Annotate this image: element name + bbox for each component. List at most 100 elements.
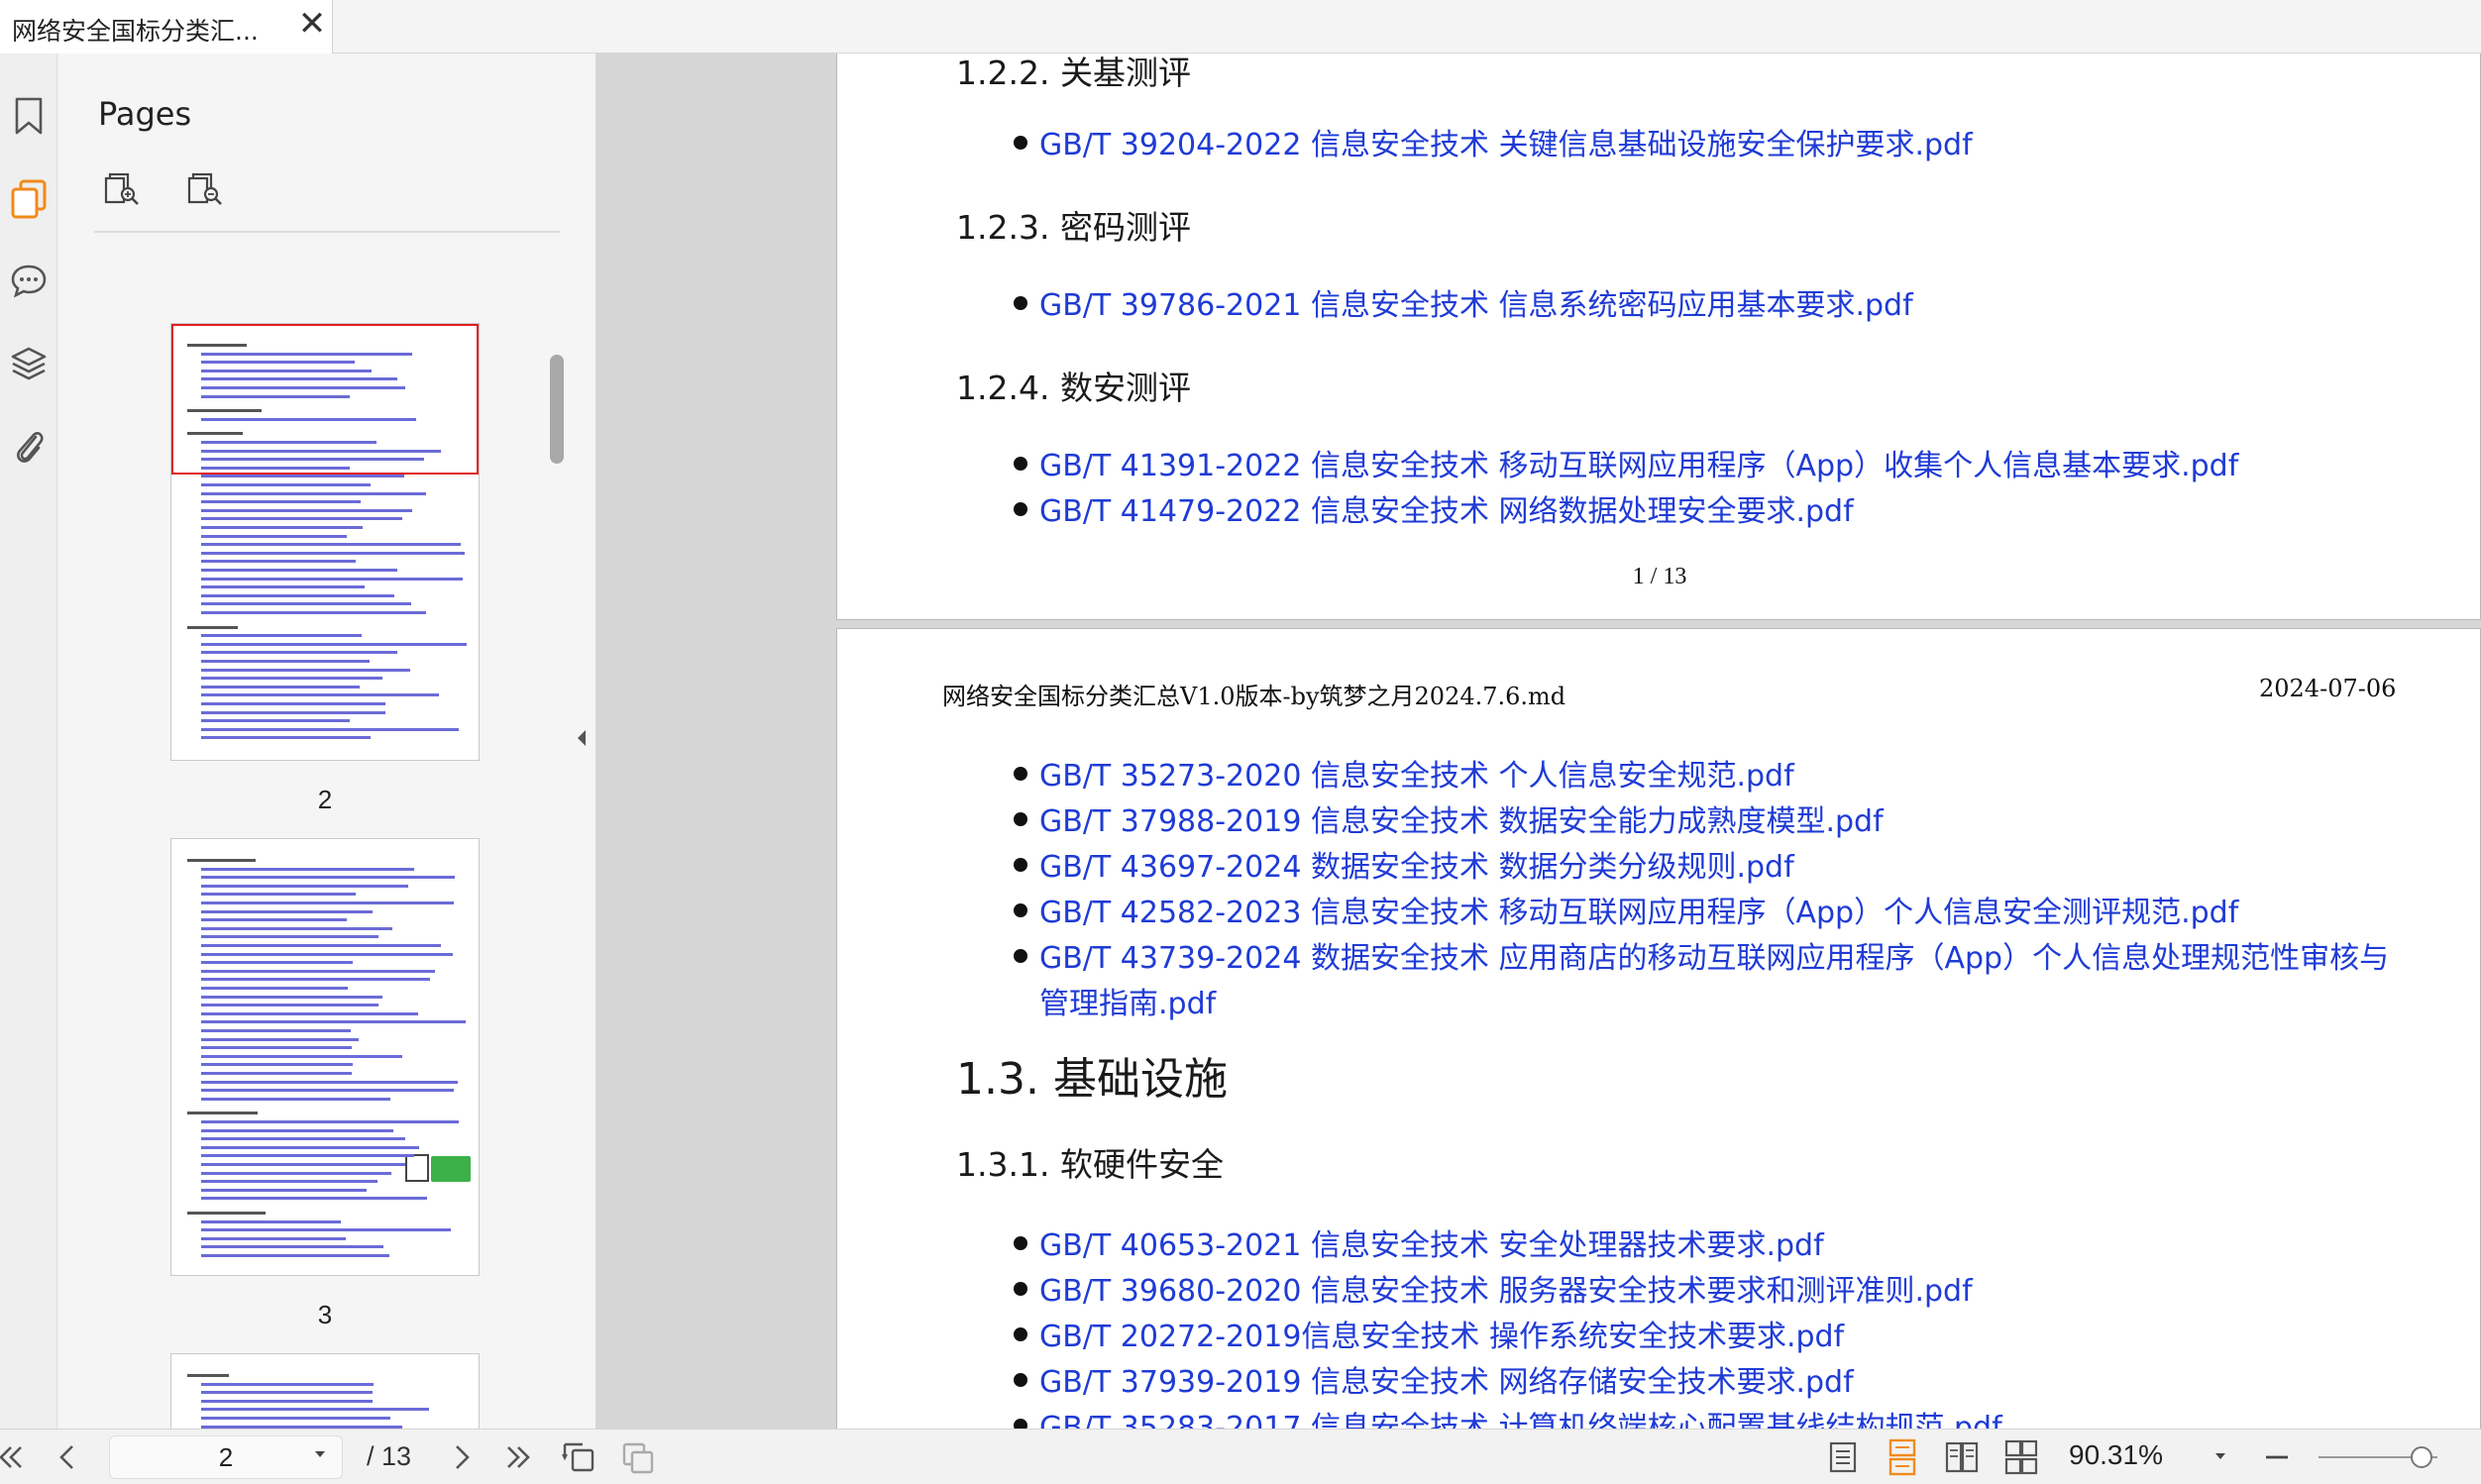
thumbnail-text-line xyxy=(201,1029,352,1032)
thumbnail-text-line xyxy=(187,409,263,413)
thumbnail-text-line xyxy=(201,1245,383,1249)
page-thumbnail[interactable] xyxy=(170,323,480,761)
thumbnail-text-line xyxy=(201,677,382,681)
thumbnail-text-line xyxy=(201,475,404,478)
document-link[interactable]: GB/T 42582-2023 信息安全技术 移动互联网应用程序（App）个人信… xyxy=(1039,888,2238,931)
thumbnail-text-line xyxy=(187,1212,266,1215)
thumbnail-text-line xyxy=(201,1145,420,1149)
two-page-continuous-view-icon[interactable] xyxy=(2001,1437,2041,1477)
document-viewport[interactable]: 1.2.2. 关基测评 GB/T 39204-2022 信息安全技术 关键信息基… xyxy=(595,53,2481,1429)
thumbnail-text-line xyxy=(201,1228,452,1232)
bookmark-icon[interactable] xyxy=(6,93,52,139)
thumbnail-text-line xyxy=(201,727,460,731)
thumbnail-text-line xyxy=(201,369,372,372)
pages-icon[interactable] xyxy=(6,176,52,222)
document-link[interactable]: GB/T 39680-2020 信息安全技术 服务器安全技术要求和测评准则.pd… xyxy=(1039,1266,1973,1310)
thumbnail-text-line xyxy=(201,483,371,486)
page-number-input[interactable]: 2 xyxy=(109,1435,343,1479)
thumbnail-text-line xyxy=(201,876,455,880)
thumbnail-text-line xyxy=(201,1219,341,1223)
thumbnail-text-line xyxy=(201,685,360,689)
thumbnail-text-line xyxy=(201,585,365,589)
document-tab[interactable]: 网络安全国标分类汇... ✕ xyxy=(0,0,333,53)
thumbnail-text-line xyxy=(201,693,440,697)
list-bullet xyxy=(1014,812,1027,826)
qr-code-thumbnail xyxy=(405,1154,429,1182)
page-dropdown-icon[interactable] xyxy=(313,1447,327,1461)
thumbnail-text-line xyxy=(201,1020,466,1024)
single-page-view-icon[interactable] xyxy=(1823,1437,1863,1477)
collapse-panel-icon[interactable] xyxy=(573,721,591,755)
bottom-toolbar: 2 / 13 90.31% xyxy=(0,1429,2481,1484)
thumbnail-list: 2 3 xyxy=(58,252,544,1429)
page-number: 1 / 13 xyxy=(1632,564,1687,589)
document-link-continued[interactable]: 管理指南.pdf xyxy=(1039,979,1216,1022)
list-bullet xyxy=(1014,903,1027,917)
close-tab-icon[interactable]: ✕ xyxy=(295,6,329,42)
thumbnail-text-line xyxy=(201,642,468,646)
sidebar-rail xyxy=(0,53,57,1429)
document-link[interactable]: GB/T 40653-2021 信息安全技术 安全处理器技术要求.pdf xyxy=(1039,1220,1824,1264)
document-link[interactable]: GB/T 37988-2019 信息安全技术 数据安全能力成熟度模型.pdf xyxy=(1039,796,1884,840)
zoom-in-page-icon[interactable] xyxy=(104,170,144,210)
thumbnail-text-line xyxy=(201,969,436,973)
document-link[interactable]: GB/T 20272-2019信息安全技术 操作系统安全技术要求.pdf xyxy=(1039,1312,1844,1355)
thumbnail-text-line xyxy=(201,1171,391,1175)
first-page-icon[interactable] xyxy=(0,1437,30,1477)
thumbnail-text-line xyxy=(201,961,354,965)
thumbnail-text-line xyxy=(201,1011,418,1015)
comments-icon[interactable] xyxy=(6,258,52,303)
tab-title: 网络安全国标分类汇... xyxy=(12,17,259,46)
list-bullet xyxy=(1014,1419,1027,1429)
attachment-icon[interactable] xyxy=(6,424,52,470)
thumbnail-scrollbar[interactable] xyxy=(550,355,564,464)
page-thumbnail[interactable] xyxy=(170,1353,480,1429)
next-view-icon[interactable] xyxy=(618,1437,658,1477)
document-link[interactable]: GB/T 43697-2024 数据安全技术 数据分类分级规则.pdf xyxy=(1039,842,1794,886)
thumbnail-text-line xyxy=(201,1089,455,1093)
list-bullet xyxy=(1014,296,1027,310)
thumbnail-text-line xyxy=(201,1072,352,1075)
zoom-level[interactable]: 90.31% xyxy=(2069,1439,2217,1471)
page-thumbnail[interactable] xyxy=(170,838,480,1276)
layers-icon[interactable] xyxy=(6,341,52,386)
thumbnail-text-line xyxy=(201,978,430,982)
zoom-slider-handle[interactable] xyxy=(2411,1446,2433,1468)
thumbnail-text-line xyxy=(201,660,371,663)
previous-page-icon[interactable] xyxy=(48,1437,87,1477)
thumbnail-text-line xyxy=(201,1417,390,1420)
list-bullet xyxy=(1014,858,1027,872)
document-link[interactable]: GB/T 37939-2019 信息安全技术 网络存储安全技术要求.pdf xyxy=(1039,1357,1854,1401)
list-bullet xyxy=(1014,949,1027,963)
zoom-out-icon[interactable] xyxy=(2257,1437,2297,1477)
thumbnail-text-line xyxy=(201,952,453,956)
thumbnail-text-line xyxy=(201,918,347,922)
document-link[interactable]: GB/T 43739-2024 数据安全技术 应用商店的移动互联网应用程序（Ap… xyxy=(1039,933,2389,977)
document-link[interactable]: GB/T 35283-2017 信息安全技术 计算机终端核心配置基线结构规范.p… xyxy=(1039,1403,2002,1429)
two-page-view-icon[interactable] xyxy=(1942,1437,1982,1477)
continuous-view-icon[interactable] xyxy=(1883,1437,1922,1477)
document-link[interactable]: GB/T 35273-2020 信息安全技术 个人信息安全规范.pdf xyxy=(1039,751,1794,795)
section-heading: 1.2.4. 数安测评 xyxy=(956,369,1191,407)
panel-divider xyxy=(94,231,560,233)
list-bullet xyxy=(1014,136,1027,150)
thumbnail-text-line xyxy=(201,526,363,529)
list-bullet xyxy=(1014,1282,1027,1296)
document-link[interactable]: GB/T 41479-2022 信息安全技术 网络数据处理安全要求.pdf xyxy=(1039,486,1854,530)
zoom-out-page-icon[interactable] xyxy=(187,170,227,210)
next-page-icon[interactable] xyxy=(442,1437,482,1477)
section-heading-h2: 1.3. 基础设施 xyxy=(956,1054,1228,1105)
document-link[interactable]: GB/T 39786-2021 信息安全技术 信息系统密码应用基本要求.pdf xyxy=(1039,280,1913,324)
previous-view-icon[interactable] xyxy=(559,1437,598,1477)
document-link[interactable]: GB/T 41391-2022 信息安全技术 移动互联网应用程序（App）收集个… xyxy=(1039,441,2238,484)
thumbnail-text-line xyxy=(201,987,349,990)
thumbnail-text-line xyxy=(201,1004,378,1007)
thumbnail-text-line xyxy=(201,394,351,398)
thumbnail-text-line xyxy=(201,569,397,572)
zoom-dropdown-icon[interactable] xyxy=(2213,1449,2227,1463)
thumbnail-text-line xyxy=(201,491,427,495)
tab-bar: 网络安全国标分类汇... ✕ xyxy=(0,0,2481,53)
document-page-2: 网络安全国标分类汇总V1.0版本-by筑梦之月2024.7.6.md 2024-… xyxy=(836,628,2481,1429)
document-link[interactable]: GB/T 39204-2022 信息安全技术 关键信息基础设施安全保护要求.pd… xyxy=(1039,120,1973,163)
last-page-icon[interactable] xyxy=(499,1437,539,1477)
